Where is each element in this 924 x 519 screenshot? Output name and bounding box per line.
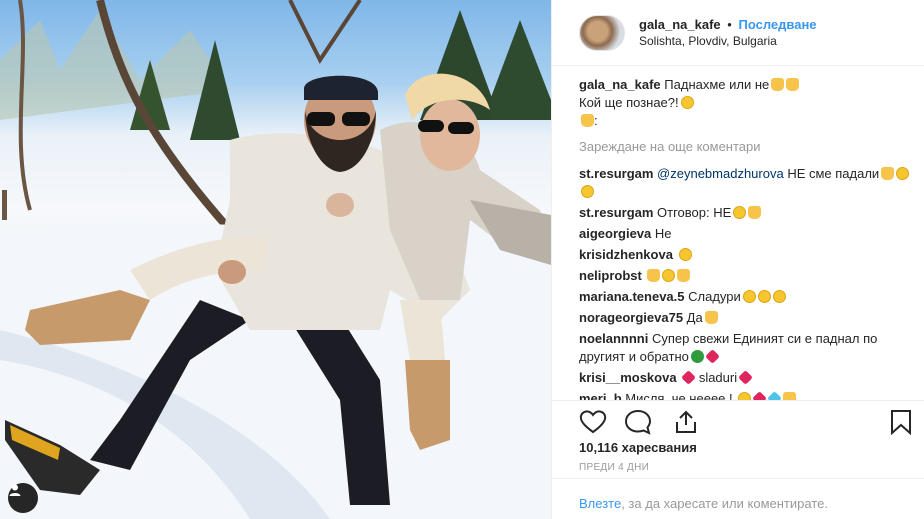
avatar[interactable] — [579, 14, 625, 51]
heart-emoji-icon — [738, 370, 753, 385]
load-more-comments[interactable]: Зареждане на още коментари — [579, 138, 912, 156]
bookmark-icon[interactable] — [888, 409, 914, 435]
comment-text: Отговор: НЕ — [653, 205, 732, 220]
comment-username[interactable]: noelannnni — [579, 331, 648, 346]
comment-icon[interactable] — [624, 409, 652, 435]
comment-text: НЕ сме падали — [783, 166, 880, 181]
post-header: gala_na_kafe • Последване Solishta, Plov… — [552, 0, 924, 66]
comment-item: noelannnni Супер свежи Единият си е падн… — [579, 330, 912, 366]
comment-item: mariana.teneva.5 Сладури — [579, 288, 912, 306]
clapping-hands-icon — [704, 311, 718, 324]
follow-button[interactable]: Последване — [738, 17, 816, 32]
comment-item: krisi__moskova sladuri — [579, 369, 912, 387]
sunglasses-face-icon — [581, 185, 594, 198]
comment-username[interactable]: neliprobst — [579, 268, 642, 283]
heart-emoji-icon — [681, 370, 697, 385]
blue-heart-icon — [767, 391, 783, 400]
caption: gala_na_kafe Паднахме или не Кой ще позн… — [579, 76, 912, 130]
comment-item: krisidzhenkova — [579, 246, 912, 264]
thumbs-down-icon — [786, 78, 800, 91]
post-timestamp: ПРЕДИ 4 ДНИ — [579, 462, 650, 473]
four-leaf-clover-icon — [690, 350, 704, 363]
comment-text: Сладури — [684, 289, 741, 304]
post-side-panel: gala_na_kafe • Последване Solishta, Plov… — [551, 0, 924, 519]
clapping-hands-icon — [677, 269, 691, 282]
comment-username[interactable]: mariana.teneva.5 — [579, 289, 685, 304]
header-meta: gala_na_kafe • Последване Solishta, Plov… — [639, 16, 817, 50]
comment-text: Да — [683, 310, 703, 325]
login-prompt-text: , за да харесате или коментирате. — [621, 496, 828, 511]
separator-dot: • — [727, 16, 732, 32]
kissing-face-icon — [757, 290, 771, 303]
caption-line-3: : — [594, 113, 598, 128]
post-actions: 10,116 харесвания ПРЕДИ 4 ДНИ — [552, 400, 924, 473]
comment-username[interactable]: aigeorgieva — [579, 226, 651, 241]
photo-illustration — [0, 0, 551, 519]
kissing-face-icon — [742, 290, 756, 303]
winking-face-icon — [678, 248, 692, 261]
comment-item: neliprobst — [579, 267, 912, 285]
caption-username[interactable]: gala_na_kafe — [579, 77, 661, 92]
login-prompt: Влезте, за да харесате или коментирате. — [552, 478, 924, 511]
likes-count[interactable]: 10,116 харесвания — [579, 440, 697, 455]
comment-item: aigeorgieva Не — [579, 225, 912, 243]
comments-list[interactable]: gala_na_kafe Паднахме или не Кой ще позн… — [579, 76, 912, 400]
action-icons — [579, 409, 914, 435]
comment-username[interactable]: norageorgieva75 — [579, 310, 683, 325]
thumbs-up-icon — [783, 392, 797, 400]
heart-emoji-icon — [752, 391, 768, 400]
laughing-face-icon — [662, 269, 676, 282]
comment-item: norageorgieva75 Да — [579, 309, 912, 327]
caption-line-1: Паднахме или не — [664, 77, 770, 92]
comment-username[interactable]: st.resurgam — [579, 166, 653, 181]
comment-item: meri_b Мисля, че нееее ! — [579, 390, 912, 400]
thumbs-up-icon — [771, 78, 785, 91]
location-link[interactable]: Solishta, Plovdiv, Bulgaria — [639, 33, 817, 50]
clapping-hands-icon — [647, 269, 661, 282]
comment-username[interactable]: st.resurgam — [579, 205, 653, 220]
comment-item: st.resurgam @zeynebmadzhurova НЕ сме пад… — [579, 165, 912, 201]
laughing-face-icon — [680, 96, 694, 109]
header-username[interactable]: gala_na_kafe — [639, 17, 721, 32]
caption-line-2: Кой ще познае?! — [579, 95, 679, 110]
laughing-face-icon — [733, 206, 747, 219]
comment-text: sladuri — [695, 370, 738, 385]
comment-username[interactable]: krisi__moskova — [579, 370, 677, 385]
comment-mention[interactable]: @zeynebmadzhurova — [657, 166, 784, 181]
share-icon[interactable] — [672, 409, 700, 435]
pointing-down-icon — [581, 114, 594, 127]
login-link[interactable]: Влезте — [579, 496, 621, 511]
instagram-post: gala_na_kafe • Последване Solishta, Plov… — [0, 0, 924, 519]
post-photo[interactable] — [0, 0, 551, 519]
heart-emoji-icon — [705, 349, 720, 364]
kissing-face-icon — [772, 290, 786, 303]
comment-item: st.resurgam Отговор: НЕ — [579, 204, 912, 222]
user-icon[interactable] — [8, 483, 38, 513]
heart-icon[interactable] — [579, 409, 607, 435]
smiling-face-icon — [738, 392, 752, 400]
comment-text: Мисля, че нееее ! — [621, 391, 733, 400]
thumbs-up-icon — [881, 167, 895, 180]
waving-hand-icon — [748, 206, 762, 219]
comment-username[interactable]: krisidzhenkova — [579, 247, 673, 262]
comment-text: Не — [651, 226, 672, 241]
comment-username[interactable]: meri_b — [579, 391, 622, 400]
laughing-face-icon — [896, 167, 910, 180]
